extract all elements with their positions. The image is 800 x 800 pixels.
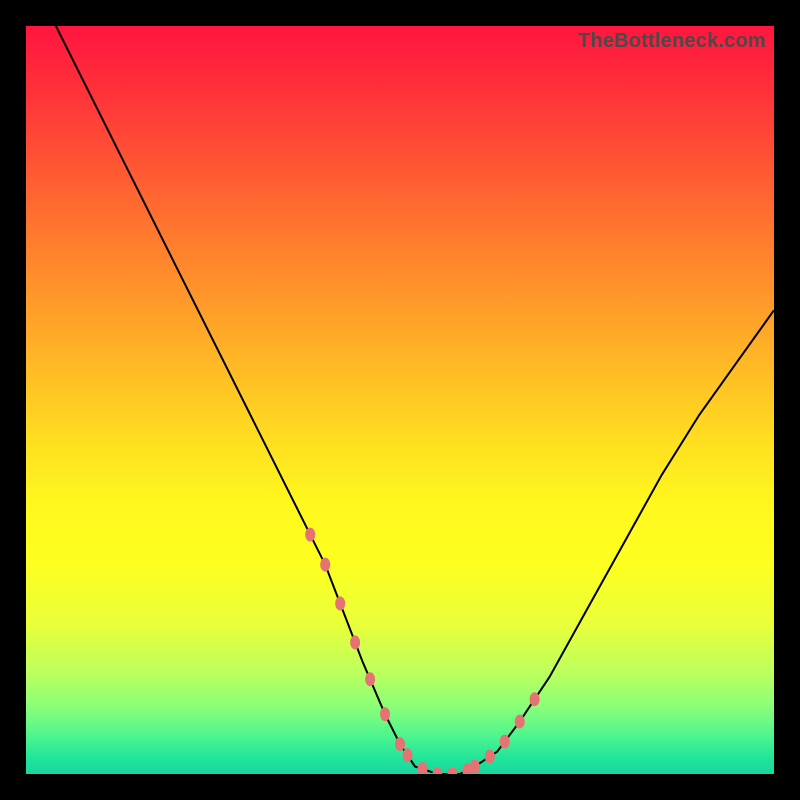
data-dot (403, 748, 413, 762)
data-dot (380, 707, 390, 721)
data-dot (305, 528, 315, 542)
data-dot (470, 760, 480, 774)
data-dot (530, 692, 540, 706)
data-dot (417, 762, 427, 774)
data-dot (515, 715, 525, 729)
data-dot (365, 672, 375, 686)
chart-frame: TheBottleneck.com (0, 0, 800, 800)
data-dot (335, 597, 345, 611)
curve-svg (26, 26, 774, 774)
data-dots (305, 528, 539, 774)
plot-area: TheBottleneck.com (26, 26, 774, 774)
data-dot (320, 558, 330, 572)
data-dot (350, 635, 360, 649)
data-dot (485, 750, 495, 764)
bottleneck-curve (26, 26, 774, 774)
data-dot (447, 767, 457, 774)
data-dot (395, 737, 405, 751)
data-dot (500, 735, 510, 749)
data-dot (432, 767, 442, 774)
hatch-marks (310, 529, 534, 774)
